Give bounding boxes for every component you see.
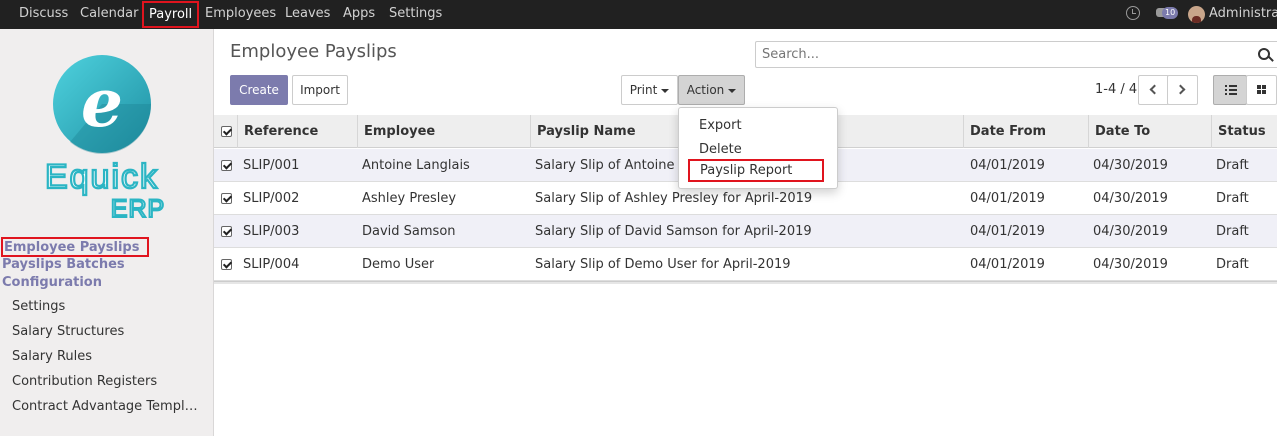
sidebar-item-contribution-registers[interactable]: Contribution Registers (12, 374, 157, 389)
action-export[interactable]: Export (699, 118, 742, 133)
row-checkbox[interactable] (221, 160, 232, 171)
pager-value[interactable]: 1-4 / 4 (1095, 82, 1137, 97)
pager-next-button[interactable] (1167, 75, 1198, 105)
row-checkbox[interactable] (221, 193, 232, 204)
cell-date-from: 04/01/2019 (970, 191, 1045, 206)
sidebar-configuration: Configuration (2, 275, 102, 290)
create-button[interactable]: Create (230, 75, 288, 105)
message-count-badge: 10 (1162, 7, 1179, 19)
table-row[interactable]: SLIP/003 David Samson Salary Slip of Dav… (214, 215, 1277, 248)
search-box[interactable] (755, 41, 1277, 68)
caret-down-icon (728, 88, 737, 93)
page-title: Employee Payslips (230, 41, 397, 62)
print-button[interactable]: Print (621, 75, 678, 105)
column-header-reference[interactable]: Reference (237, 115, 357, 148)
sidebar-item-contract-advantage-templates[interactable]: Contract Advantage Templ… (12, 399, 198, 414)
cell-date-to: 04/30/2019 (1093, 257, 1168, 272)
cell-date-to: 04/30/2019 (1093, 158, 1168, 173)
column-header-date-to[interactable]: Date To (1088, 115, 1211, 148)
cell-date-to: 04/30/2019 (1093, 224, 1168, 239)
menu-employees[interactable]: Employees (205, 0, 276, 29)
cell-reference: SLIP/002 (243, 191, 300, 206)
caret-down-icon (661, 88, 670, 93)
cell-employee: Demo User (362, 257, 435, 272)
logo-text-line1: Equick (45, 158, 159, 196)
column-header-employee[interactable]: Employee (357, 115, 530, 148)
logo-letter: e (81, 64, 123, 142)
menu-calendar[interactable]: Calendar (80, 0, 138, 29)
menu-payroll[interactable]: Payroll (142, 1, 200, 28)
cell-status: Draft (1216, 191, 1249, 206)
cell-status: Draft (1216, 158, 1249, 173)
action-delete[interactable]: Delete (699, 142, 742, 157)
action-button[interactable]: Action (678, 75, 745, 105)
menu-discuss[interactable]: Discuss (19, 0, 68, 29)
activity-clock-icon[interactable] (1126, 6, 1140, 20)
chevron-right-icon (1175, 84, 1186, 95)
cell-status: Draft (1216, 224, 1249, 239)
search-icon[interactable] (1258, 48, 1270, 60)
cell-reference: SLIP/001 (243, 158, 300, 173)
column-header-status[interactable]: Status (1211, 115, 1277, 148)
sidebar: e Equick ERP Employee Payslips Payslips … (0, 29, 214, 436)
column-header-date-from[interactable]: Date From (963, 115, 1088, 148)
table-row[interactable]: SLIP/004 Demo User Salary Slip of Demo U… (214, 248, 1277, 281)
sidebar-item-salary-structures[interactable]: Salary Structures (12, 324, 124, 339)
select-all-checkbox[interactable] (221, 126, 232, 137)
sidebar-employee-payslips[interactable]: Employee Payslips (1, 237, 150, 257)
list-view-button[interactable] (1213, 75, 1247, 105)
cell-payslip-name: Salary Slip of David Samson for April-20… (535, 224, 812, 239)
cell-employee: David Samson (362, 224, 456, 239)
top-navbar: Discuss Calendar Payroll Employees Leave… (0, 0, 1277, 29)
cell-employee: Ashley Presley (362, 191, 457, 206)
search-input[interactable] (756, 42, 1277, 67)
row-checkbox[interactable] (221, 259, 232, 270)
action-label: Action (686, 83, 725, 97)
cell-date-from: 04/01/2019 (970, 224, 1045, 239)
sidebar-item-settings[interactable]: Settings (12, 299, 65, 314)
sidebar-item-salary-rules[interactable]: Salary Rules (12, 349, 92, 364)
import-button[interactable]: Import (292, 75, 348, 105)
chevron-left-icon (1149, 84, 1160, 95)
user-avatar[interactable] (1188, 6, 1205, 23)
equick-erp-logo: e Equick ERP (44, 55, 165, 224)
cell-payslip-name: Salary Slip of Demo User for April-2019 (535, 257, 791, 272)
action-payslip-report[interactable]: Payslip Report (688, 159, 825, 182)
menu-settings[interactable]: Settings (389, 0, 442, 29)
user-name[interactable]: Administrator (1209, 0, 1277, 28)
row-checkbox[interactable] (221, 226, 232, 237)
cell-reference: SLIP/004 (243, 257, 300, 272)
cell-employee: Antoine Langlais (362, 158, 470, 173)
menu-apps[interactable]: Apps (343, 0, 375, 29)
cell-date-to: 04/30/2019 (1093, 191, 1168, 206)
cell-reference: SLIP/003 (243, 224, 300, 239)
table-footer-divider (214, 281, 1277, 284)
cell-date-from: 04/01/2019 (970, 158, 1045, 173)
print-label: Print (629, 83, 658, 97)
cell-status: Draft (1216, 257, 1249, 272)
cell-date-from: 04/01/2019 (970, 257, 1045, 272)
sidebar-payslips-batches[interactable]: Payslips Batches (2, 257, 125, 272)
action-dropdown-menu: Export Delete Payslip Report (678, 107, 838, 189)
kanban-view-button[interactable] (1246, 75, 1277, 105)
pager-previous-button[interactable] (1138, 75, 1169, 105)
menu-leaves[interactable]: Leaves (285, 0, 330, 29)
logo-text-line2: ERP (111, 195, 165, 223)
